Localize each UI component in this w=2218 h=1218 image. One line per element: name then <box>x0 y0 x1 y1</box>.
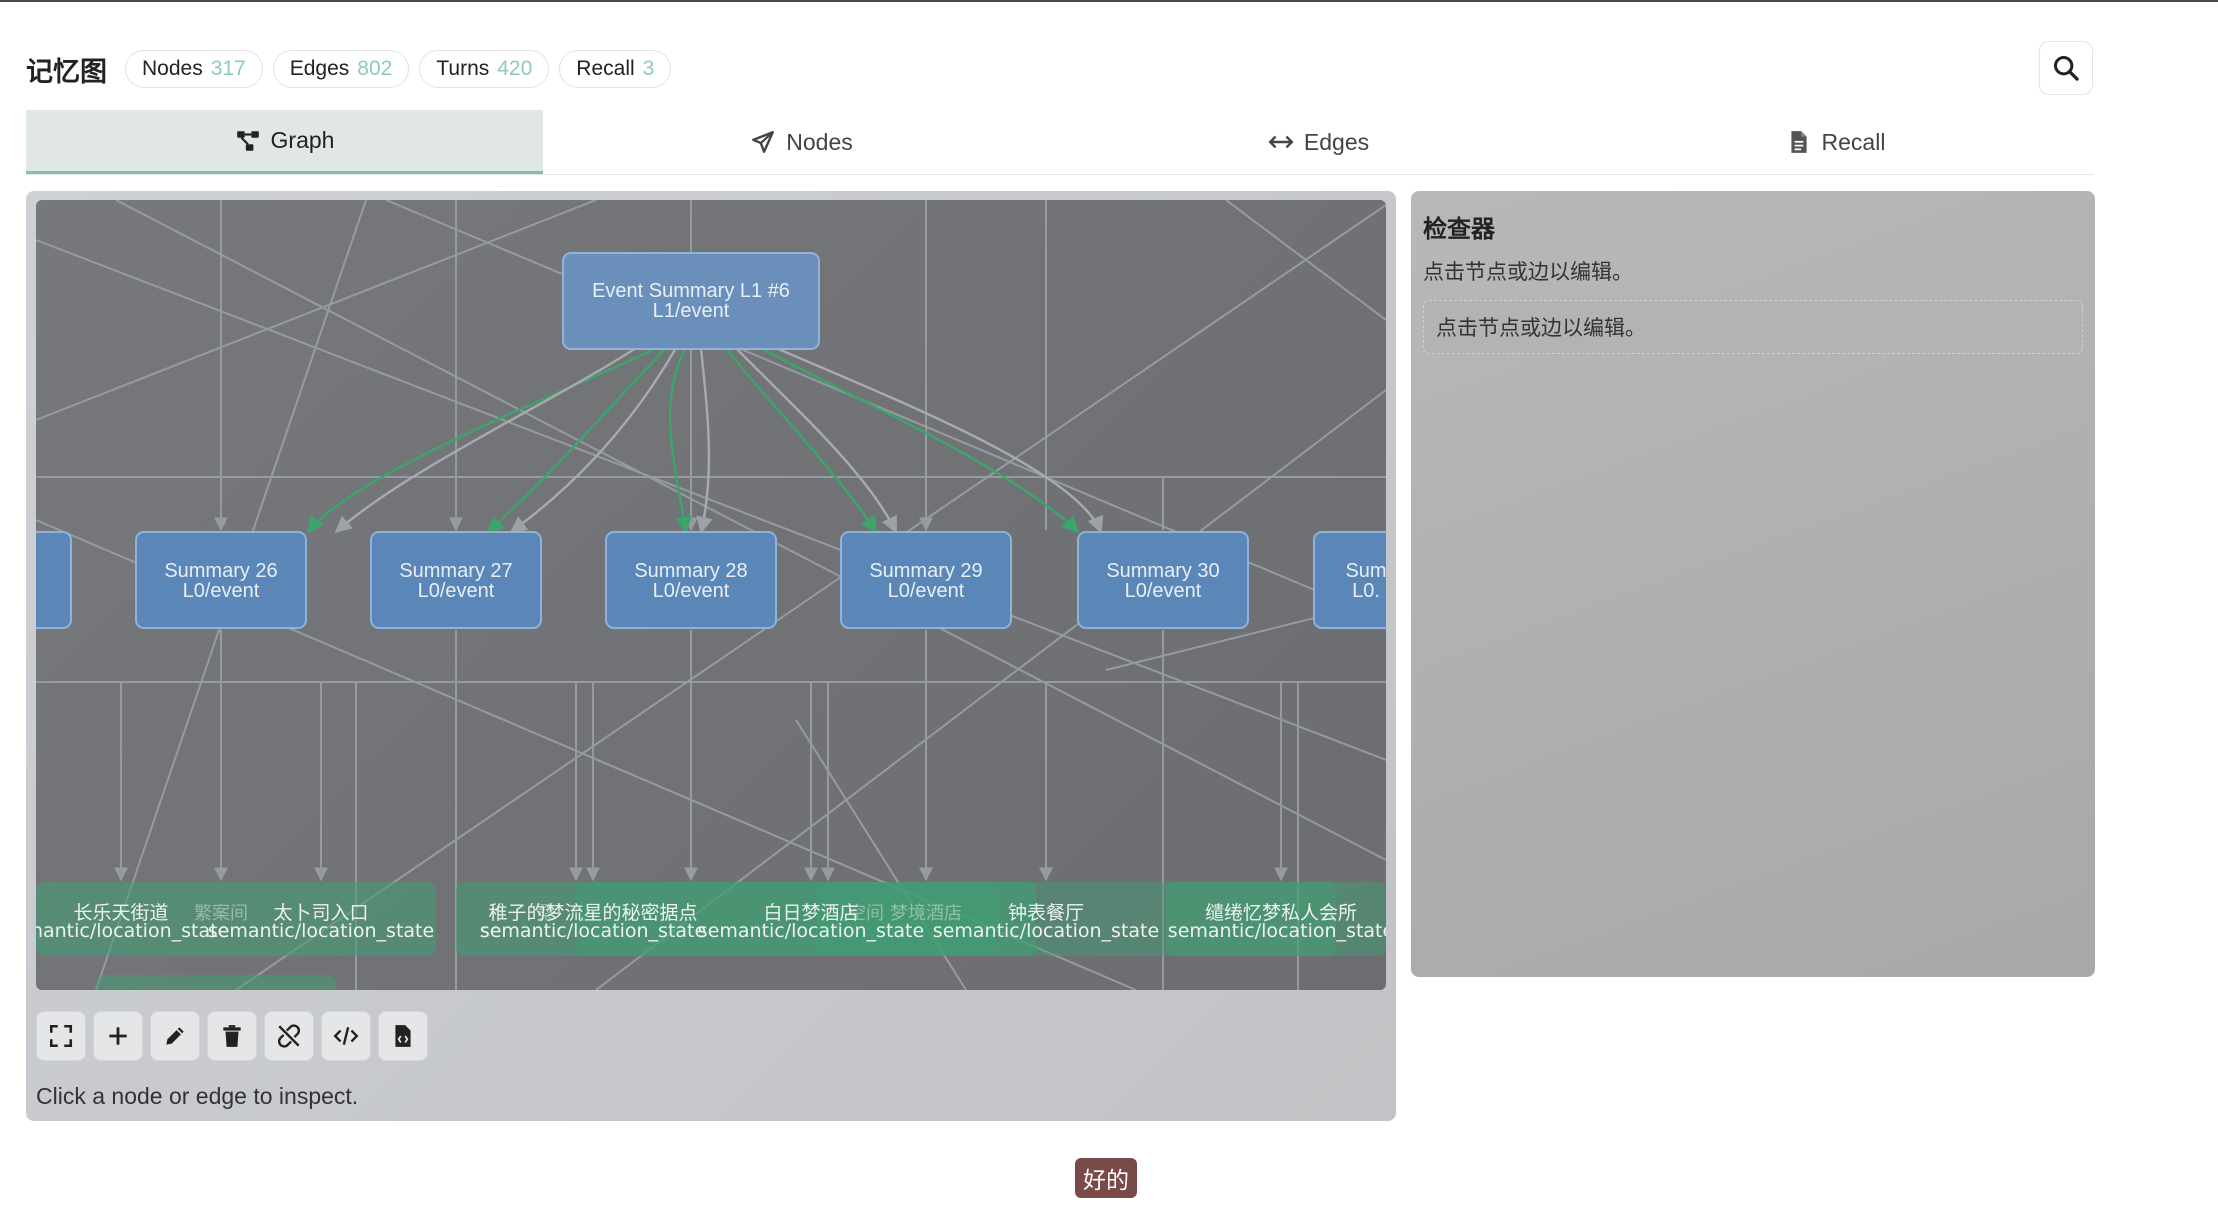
app-title: 记忆图 <box>26 56 107 88</box>
inspector-hint: 点击节点或边以编辑。 <box>1423 260 1633 284</box>
stat-value: 420 <box>497 57 533 80</box>
stat-nodes: Nodes 317 <box>125 50 263 88</box>
stat-edges: Edges 802 <box>272 50 410 88</box>
node-subtitle: semantic/location_state <box>208 920 434 942</box>
node-subtitle: L0/event <box>418 580 495 602</box>
tab-nodes[interactable]: Nodes <box>543 110 1060 174</box>
top-divider <box>0 0 2218 2</box>
tab-bar: Graph Nodes Edges Recall <box>26 110 2094 175</box>
header: 记忆图 Nodes 317 Edges 802 Turns 420 Recall… <box>26 50 672 88</box>
tab-edges[interactable]: Edges <box>1060 110 1577 174</box>
inspector-panel: 检查器 点击节点或边以编辑。 点击节点或边以编辑。 <box>1411 191 2095 977</box>
add-button[interactable] <box>93 1011 143 1061</box>
search-button[interactable] <box>2039 41 2093 95</box>
inspector-title: 检查器 <box>1423 215 1495 243</box>
semantic-node[interactable]: 稚子的梦流星的秘密据点 semantic/location_state <box>480 902 706 942</box>
node-subtitle: emantic/location_state <box>36 920 229 942</box>
summary-node[interactable]: Summary 30 L0/event <box>1077 531 1249 629</box>
code-button[interactable] <box>321 1011 371 1061</box>
unlink-button[interactable] <box>264 1011 314 1061</box>
graph-canvas[interactable]: 繁案间 桑 梦境酒店 空间 se 长乐天街道 emantic/location_… <box>36 200 1386 990</box>
node-title: Summary 28 <box>634 560 747 582</box>
tab-graph[interactable]: Graph <box>26 110 543 174</box>
tab-label: Graph <box>270 127 335 153</box>
code-icon <box>333 1027 359 1045</box>
toast-message: 好的 <box>1075 1158 1137 1198</box>
graph-panel: 繁案间 桑 梦境酒店 空间 se 长乐天街道 emantic/location_… <box>26 191 1396 1121</box>
status-text: Click a node or edge to inspect. <box>36 1083 359 1109</box>
node-title: Summary 29 <box>869 560 982 582</box>
plus-icon <box>109 1027 127 1045</box>
node-title: Sum <box>1345 560 1386 582</box>
stat-label: Turns <box>436 57 490 80</box>
summary-node[interactable]: Summary 27 L0/event <box>370 531 542 629</box>
pencil-icon <box>166 1027 184 1045</box>
summary-node[interactable]: Summary 29 L0/event <box>840 531 1012 629</box>
node-subtitle: L0/event <box>888 580 965 602</box>
delete-button[interactable] <box>207 1011 257 1061</box>
document-icon <box>1790 131 1807 153</box>
node-subtitle: semantic/location_state <box>1168 920 1386 942</box>
graph-toolbar <box>36 1011 428 1061</box>
arrows-horizontal-icon <box>1268 135 1294 149</box>
trash-icon <box>223 1025 241 1047</box>
send-icon <box>752 131 775 153</box>
tab-label: Edges <box>1303 128 1370 155</box>
inspector-placeholder: 点击节点或边以编辑。 <box>1423 300 2083 354</box>
stat-label: Edges <box>289 57 350 80</box>
summary-node[interactable]: 5 <box>36 531 72 629</box>
summary-node[interactable]: Sum L0. <box>1313 531 1386 629</box>
stat-turns: Turns 420 <box>419 50 550 88</box>
node-subtitle: L1/event <box>653 300 730 322</box>
node-subtitle: L0. <box>1352 580 1380 602</box>
node-title: Summary 30 <box>1106 560 1219 582</box>
node-title: Summary 27 <box>399 560 512 582</box>
summary-node[interactable]: Summary 28 L0/event <box>605 531 777 629</box>
graph-icon <box>236 130 259 151</box>
summary-node[interactable]: Summary 26 L0/event <box>135 531 307 629</box>
node-title: Event Summary L1 #6 <box>592 280 790 302</box>
expand-icon <box>49 1024 73 1048</box>
node-subtitle: L0/event <box>183 580 260 602</box>
stat-value: 317 <box>210 57 246 80</box>
export-button[interactable] <box>378 1011 428 1061</box>
tab-label: Nodes <box>786 128 853 155</box>
node-subtitle: semantic/location_state <box>480 920 706 942</box>
edit-button[interactable] <box>150 1011 200 1061</box>
hierarchy-edges <box>306 346 1104 534</box>
node-subtitle: semantic/location_state <box>698 920 924 942</box>
tab-label: Recall <box>1821 128 1886 155</box>
tab-recall[interactable]: Recall <box>1577 110 2094 174</box>
event-summary-node[interactable]: Event Summary L1 #6 L1/event <box>562 252 820 350</box>
node-title: Summary 26 <box>164 560 277 582</box>
stat-recall: Recall 3 <box>559 50 672 88</box>
file-code-icon <box>395 1025 411 1047</box>
node-subtitle: semantic/location_state <box>933 920 1159 942</box>
node-subtitle: L0/event <box>653 580 730 602</box>
node-title: 5 <box>36 560 37 582</box>
search-icon <box>2053 55 2079 81</box>
stat-value: 802 <box>357 57 393 80</box>
stat-label: Nodes <box>142 57 203 80</box>
fullscreen-button[interactable] <box>36 1011 86 1061</box>
stat-value: 3 <box>642 57 655 80</box>
unlink-icon <box>277 1024 301 1048</box>
node-subtitle: L0/event <box>1125 580 1202 602</box>
stat-label: Recall <box>576 57 635 80</box>
